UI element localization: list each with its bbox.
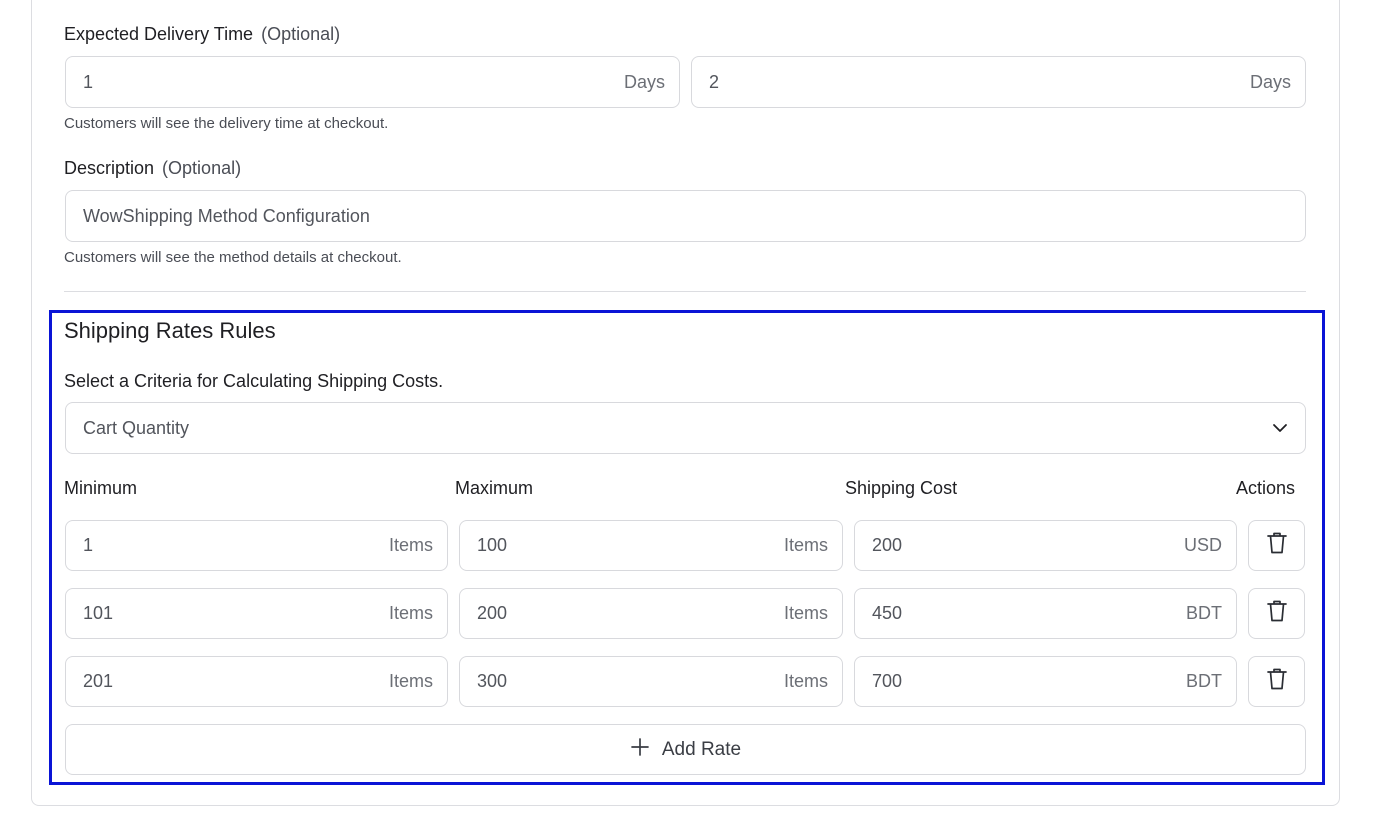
delivery-max-field[interactable]: 2 Days <box>691 56 1306 108</box>
rate-min-input[interactable]: 1 Items <box>65 520 448 571</box>
delivery-min-field[interactable]: 1 Days <box>65 56 680 108</box>
rate-cost-input[interactable]: 450 BDT <box>854 588 1237 639</box>
rate-min-unit: Items <box>388 603 433 623</box>
optional-tag: (Optional) <box>261 24 341 44</box>
rate-currency: USD <box>1183 535 1222 555</box>
rate-max-unit: Items <box>783 535 828 555</box>
rate-min-value: 201 <box>83 671 114 691</box>
delete-rate-button[interactable] <box>1248 588 1305 639</box>
rate-max-unit: Items <box>783 603 828 623</box>
chevron-down-icon <box>1269 417 1291 439</box>
rate-max-value: 200 <box>477 603 508 623</box>
rate-cost-value: 450 <box>872 603 903 623</box>
delivery-min-suffix: Days <box>623 71 665 92</box>
criteria-select[interactable]: Cart Quantity <box>65 402 1306 454</box>
criteria-selected-value: Cart Quantity <box>83 417 190 438</box>
section-divider <box>64 291 1306 292</box>
description-input[interactable]: WowShipping Method Configuration <box>65 190 1306 242</box>
trash-icon <box>1266 599 1288 628</box>
trash-icon <box>1266 531 1288 560</box>
rate-min-input[interactable]: 201 Items <box>65 656 448 707</box>
add-rate-label: Add Rate <box>661 738 742 760</box>
delivery-help-text: Customers will see the delivery time at … <box>64 115 389 132</box>
rate-min-unit: Items <box>388 671 433 691</box>
trash-icon <box>1266 667 1288 696</box>
rate-cost-value: 200 <box>872 535 903 555</box>
rate-min-value: 101 <box>83 603 114 623</box>
description-value: WowShipping Method Configuration <box>83 205 370 226</box>
delivery-max-value: 2 <box>709 71 720 92</box>
rate-currency: BDT <box>1186 671 1222 691</box>
column-shipping-cost: Shipping Cost <box>845 478 958 498</box>
rate-max-unit: Items <box>783 671 828 691</box>
column-actions: Actions <box>1236 478 1296 498</box>
rate-max-value: 300 <box>477 671 508 691</box>
rate-cost-input[interactable]: 200 USD <box>854 520 1237 571</box>
plus-icon <box>630 737 650 763</box>
rate-max-input[interactable]: 100 Items <box>459 520 843 571</box>
rate-max-input[interactable]: 200 Items <box>459 588 843 639</box>
rate-max-input[interactable]: 300 Items <box>459 656 843 707</box>
rate-max-value: 100 <box>477 535 508 555</box>
criteria-label: Select a Criteria for Calculating Shippi… <box>64 371 444 391</box>
rate-currency: BDT <box>1186 603 1222 623</box>
delivery-min-value: 1 <box>83 71 94 92</box>
section-title: Shipping Rates Rules <box>64 318 276 343</box>
rate-min-unit: Items <box>388 535 433 555</box>
column-minimum: Minimum <box>64 478 138 498</box>
delivery-time-label: Expected Delivery Time (Optional) <box>64 24 341 44</box>
rate-cost-input[interactable]: 700 BDT <box>854 656 1237 707</box>
column-maximum: Maximum <box>455 478 534 498</box>
add-rate-button[interactable]: Add Rate <box>65 724 1306 775</box>
rate-min-value: 1 <box>83 535 94 555</box>
delete-rate-button[interactable] <box>1248 656 1305 707</box>
optional-tag: (Optional) <box>162 158 242 178</box>
rate-min-input[interactable]: 101 Items <box>65 588 448 639</box>
delivery-max-suffix: Days <box>1249 71 1291 92</box>
description-help-text: Customers will see the method details at… <box>64 249 402 266</box>
rate-cost-value: 700 <box>872 671 903 691</box>
delete-rate-button[interactable] <box>1248 520 1305 571</box>
description-label: Description (Optional) <box>64 158 242 178</box>
